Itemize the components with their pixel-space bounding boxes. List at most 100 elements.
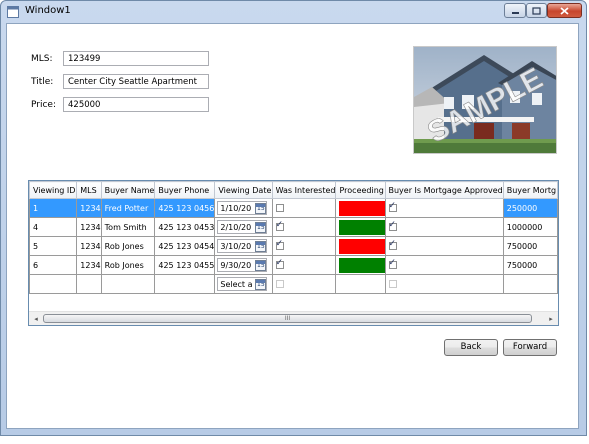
grid-cell[interactable] [100, 274, 156, 294]
house-image: SAMPLE [414, 47, 556, 153]
proceeding-color-swatch [339, 200, 384, 216]
grid-cell[interactable]: 4 [29, 217, 78, 237]
mortgage-approved-checkbox[interactable] [388, 280, 397, 288]
column-header[interactable]: MLS [76, 181, 102, 199]
date-picker-text[interactable]: Select a [218, 280, 254, 289]
was-interested-cell [271, 236, 337, 256]
grid-cell[interactable]: 1000000 [502, 217, 558, 237]
column-header[interactable]: Buyer Name [100, 181, 156, 199]
date-picker-text[interactable]: 2/10/20 [218, 223, 254, 232]
grid-cell[interactable]: 425 123 0454 [154, 236, 216, 256]
calendar-icon[interactable]: 15 [255, 240, 267, 252]
price-field[interactable]: 425000 [63, 97, 209, 112]
proceeding-cell[interactable] [335, 236, 386, 256]
proceeding-cell[interactable] [335, 255, 386, 275]
maximize-button[interactable] [526, 3, 547, 18]
grid-cell[interactable]: 5 [29, 236, 78, 256]
table-row[interactable]: 11234Fred Potter425 123 04561/10/2015 250… [29, 198, 558, 218]
grid-cell[interactable]: 1234 [76, 255, 102, 275]
window-title: Window1 [25, 5, 71, 16]
mortgage-approved-cell [384, 274, 504, 294]
column-header[interactable]: Proceeding [335, 181, 386, 199]
grid-cell[interactable]: 425 123 0453 [154, 217, 216, 237]
title-field[interactable]: Center City Seattle Apartment [63, 74, 209, 89]
table-row[interactable]: 61234Rob Jones425 123 04559/30/2015 75000… [29, 255, 558, 275]
was-interested-cell [271, 274, 337, 294]
viewings-datagrid[interactable]: Viewing ID MLS Buyer Name Buyer Phone Viewin… [28, 180, 559, 326]
grid-cell[interactable]: 1234 [76, 198, 102, 218]
back-button[interactable]: Back [444, 339, 498, 356]
grid-cell[interactable]: Rob Jones [100, 255, 156, 275]
column-header[interactable]: Buyer Is Mortgage Approved [384, 181, 504, 199]
grid-cell[interactable]: 425 123 0455 [154, 255, 216, 275]
date-picker[interactable]: Select a 15 [217, 277, 268, 291]
was-interested-checkbox[interactable] [275, 239, 284, 250]
date-picker[interactable]: 1/10/20 15 [217, 201, 268, 215]
scroll-right-icon[interactable]: ▸ [546, 314, 556, 324]
table-row[interactable]: 51234Rob Jones425 123 04543/10/2015 75000… [29, 236, 558, 256]
grid-cell[interactable]: 1 [29, 198, 78, 218]
date-picker-text[interactable]: 3/10/20 [218, 242, 254, 251]
grid-cell[interactable]: 750000 [502, 255, 558, 275]
mortgage-approved-checkbox[interactable] [388, 201, 397, 212]
close-button[interactable] [547, 3, 582, 18]
grid-cell[interactable] [335, 274, 386, 294]
grid-cell[interactable]: Tom Smith [100, 217, 156, 237]
proceeding-color-swatch [339, 219, 384, 235]
calendar-icon[interactable]: 15 [255, 202, 267, 214]
app-icon [7, 6, 19, 18]
proceeding-color-swatch [339, 257, 384, 273]
was-interested-checkbox[interactable] [275, 220, 284, 231]
proceeding-cell[interactable] [335, 198, 386, 218]
table-row[interactable]: 41234Tom Smith425 123 04532/10/2015 10000… [29, 217, 558, 237]
calendar-icon[interactable]: 15 [255, 278, 267, 290]
viewing-date-cell: 3/10/20 15 [214, 236, 273, 256]
scroll-thumb[interactable]: III [43, 314, 532, 323]
grid-cell[interactable]: 1234 [76, 217, 102, 237]
mortgage-approved-checkbox[interactable] [388, 239, 397, 250]
viewing-date-cell: 2/10/20 15 [214, 217, 273, 237]
grid-cell[interactable]: Fred Potter [100, 198, 156, 218]
column-header[interactable]: Buyer Phone [154, 181, 216, 199]
column-header[interactable]: Buyer Mortg [502, 181, 558, 199]
title-bar[interactable]: Window1 [1, 1, 586, 23]
was-interested-checkbox[interactable] [275, 204, 284, 212]
date-picker[interactable]: 2/10/20 15 [217, 220, 268, 234]
grid-cell[interactable] [29, 274, 78, 294]
grid-cell[interactable]: Rob Jones [100, 236, 156, 256]
grid-cell[interactable] [76, 274, 102, 294]
grid-cell[interactable] [154, 274, 216, 294]
minimize-icon [511, 11, 519, 14]
was-interested-checkbox[interactable] [275, 258, 284, 269]
minimize-button[interactable] [504, 3, 526, 18]
mortgage-approved-cell [384, 236, 504, 256]
mortgage-approved-checkbox[interactable] [388, 220, 397, 231]
grid-cell[interactable]: 6 [29, 255, 78, 275]
was-interested-checkbox[interactable] [275, 280, 284, 288]
maximize-icon [532, 6, 541, 15]
mortgage-approved-checkbox[interactable] [388, 258, 397, 269]
scroll-left-icon[interactable]: ◂ [31, 314, 41, 324]
calendar-icon[interactable]: 15 [255, 259, 267, 271]
grid-cell[interactable]: 250000 [502, 198, 558, 218]
mls-label: MLS: [31, 54, 53, 64]
column-header[interactable]: Viewing Date [214, 181, 273, 199]
forward-button[interactable]: Forward [503, 339, 557, 356]
calendar-icon[interactable]: 15 [255, 221, 267, 233]
new-row[interactable]: Select a 15 [29, 274, 558, 294]
grid-cell[interactable]: 425 123 0456 [154, 198, 216, 218]
horizontal-scrollbar[interactable]: ◂ III ▸ [29, 311, 558, 325]
mls-field[interactable]: 123499 [63, 51, 209, 66]
client-area: MLS: 123499 Title: Center City Seattle A… [6, 23, 579, 429]
proceeding-cell[interactable] [335, 217, 386, 237]
column-header[interactable]: Viewing ID [29, 181, 78, 199]
date-picker[interactable]: 9/30/20 15 [217, 258, 268, 272]
grid-cell[interactable]: 750000 [502, 236, 558, 256]
grid-cell[interactable] [502, 274, 558, 294]
date-picker-text[interactable]: 9/30/20 [218, 261, 254, 270]
column-header[interactable]: Was Interested [271, 181, 337, 199]
grid-cell[interactable]: 1234 [76, 236, 102, 256]
title-label: Title: [31, 77, 54, 87]
date-picker-text[interactable]: 1/10/20 [218, 204, 254, 213]
date-picker[interactable]: 3/10/20 15 [217, 239, 268, 253]
